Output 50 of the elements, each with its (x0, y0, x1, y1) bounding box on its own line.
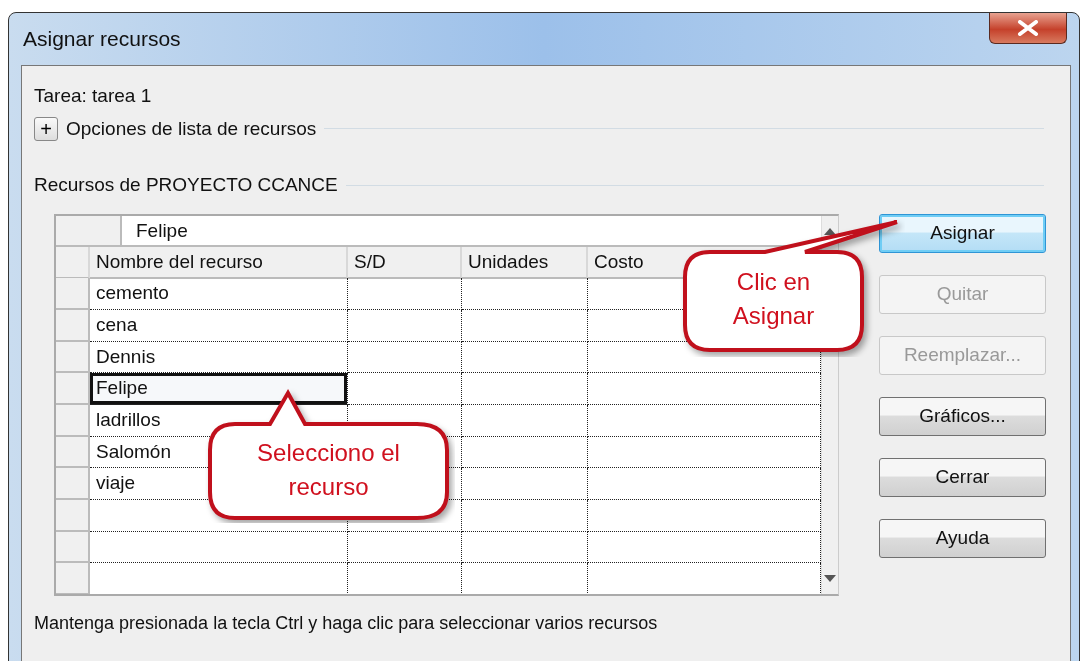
table-cell[interactable] (348, 278, 462, 310)
table-cell[interactable] (462, 341, 588, 374)
column-header[interactable]: Nombre del recurso (90, 246, 348, 279)
table-cell[interactable] (462, 404, 588, 437)
task-label: Tarea: tarea 1 (34, 84, 153, 108)
callout-tooltip-text: Selecciono el recurso (256, 438, 401, 502)
window-title: Asignar recursos (23, 26, 181, 53)
row-header[interactable] (56, 500, 90, 532)
table-cell[interactable] (462, 468, 588, 500)
column-header[interactable]: S/D (348, 246, 462, 279)
group-label: Recursos de PROYECTO CCANCE (34, 173, 338, 197)
table-cell[interactable] (90, 531, 348, 564)
table-cell[interactable] (462, 500, 588, 532)
group-label: Opciones de lista de recursos (66, 116, 317, 141)
table-cell[interactable] (462, 309, 588, 342)
row-header[interactable] (56, 468, 90, 500)
row-header[interactable] (56, 563, 90, 594)
column-header[interactable]: Unidades (462, 246, 588, 279)
table-cell[interactable] (462, 373, 588, 405)
dialog-button[interactable]: Asignar (879, 213, 1046, 253)
close-button[interactable] (989, 13, 1067, 44)
hint-text: Mantenga presionada la tecla Ctrl y haga clic para seleccionar varios recursos (34, 611, 659, 635)
row-header[interactable] (56, 436, 90, 469)
scroll-up-icon[interactable] (824, 227, 836, 235)
callout-tooltip-text: Clic en Asignar (731, 267, 816, 331)
row-header[interactable] (56, 278, 90, 310)
table-cell[interactable] (462, 278, 588, 310)
edit-field[interactable]: Felipe (122, 215, 188, 245)
table-cell[interactable]: cena (90, 309, 348, 342)
scroll-down-icon[interactable] (824, 574, 836, 582)
table-cell[interactable]: Felipe (90, 373, 348, 405)
row-header[interactable] (56, 246, 90, 279)
row-header[interactable] (56, 373, 90, 405)
row-header[interactable] (56, 341, 90, 374)
row-header[interactable] (56, 531, 90, 564)
row-header[interactable] (56, 215, 122, 245)
table-cell[interactable] (348, 373, 462, 405)
expand-button[interactable]: + (34, 116, 58, 141)
table-cell[interactable]: cemento (90, 278, 348, 310)
dialog-button[interactable]: Ayuda (879, 518, 1046, 558)
table-cell[interactable] (348, 309, 462, 342)
row-header[interactable] (56, 404, 90, 437)
table-cell[interactable] (462, 531, 588, 564)
row-header[interactable] (56, 309, 90, 342)
close-icon (1017, 20, 1039, 36)
table-cell[interactable] (348, 341, 462, 374)
table-cell[interactable] (462, 436, 588, 469)
dialog-button[interactable]: Gráficos... (879, 396, 1046, 436)
table-cell[interactable] (348, 531, 462, 564)
dialog-button[interactable]: Cerrar (879, 457, 1046, 497)
